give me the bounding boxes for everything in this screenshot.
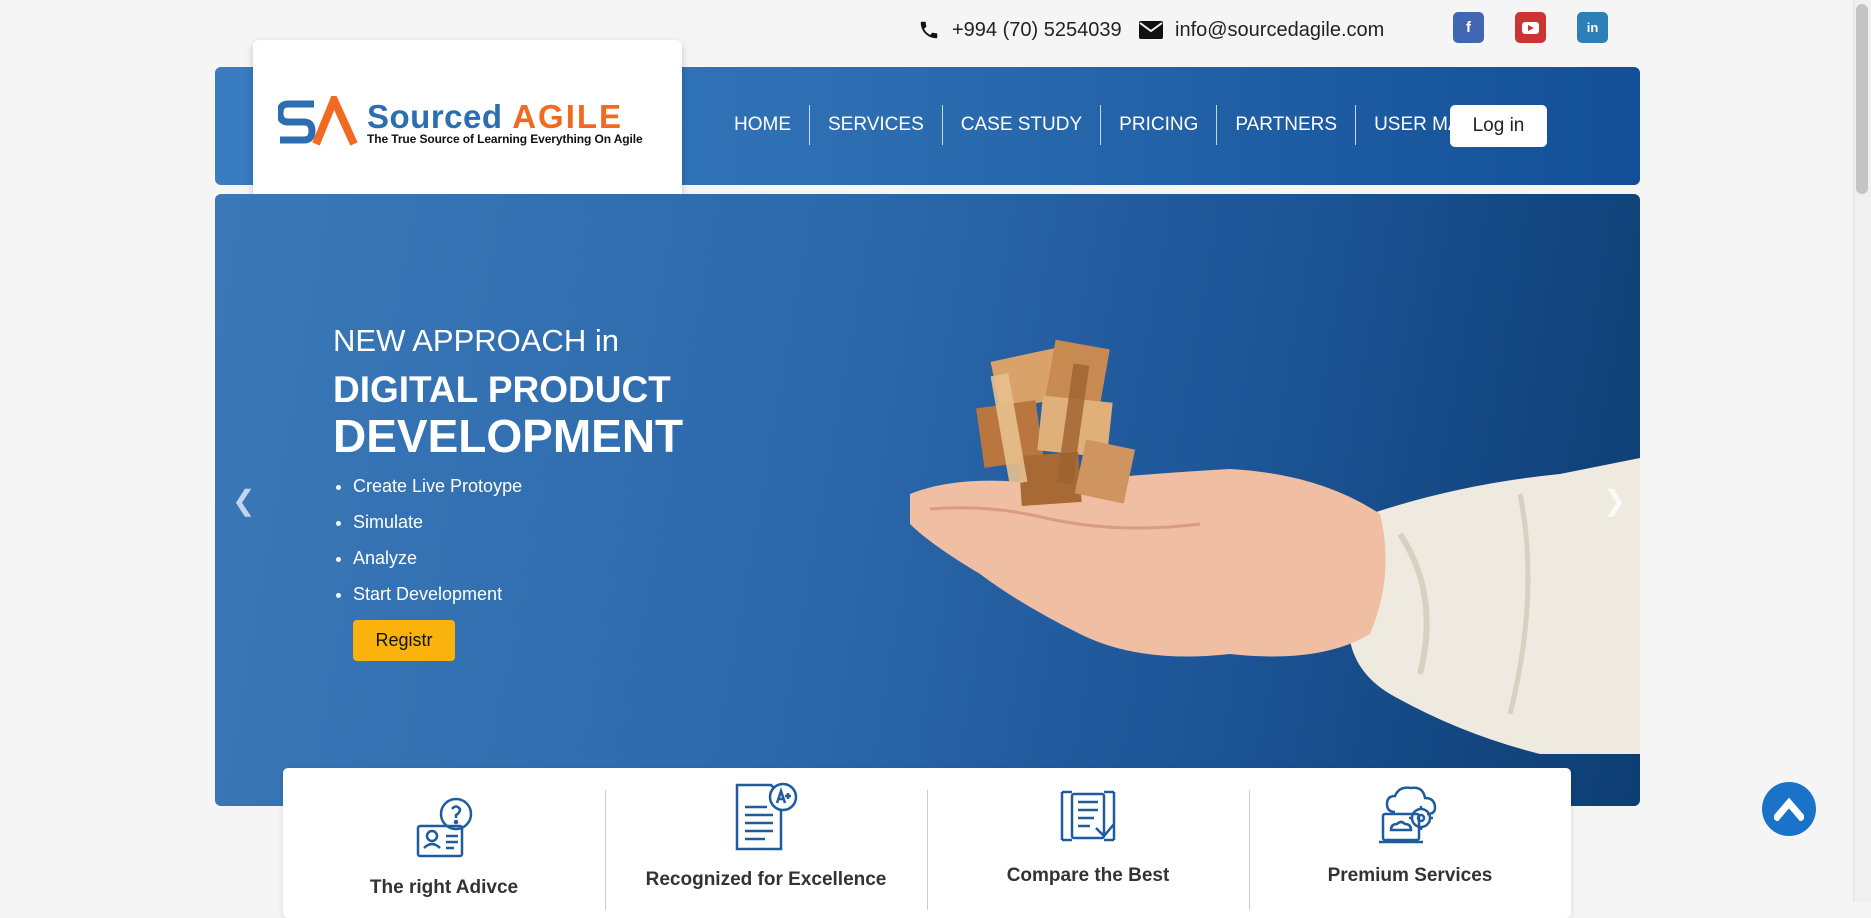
phone-contact[interactable]: +994 (70) 5254039 xyxy=(918,16,1122,44)
nav-services[interactable]: SERVICES xyxy=(810,105,943,145)
brand-name: Sourced AGILE xyxy=(367,98,624,135)
nav-home[interactable]: HOME xyxy=(716,105,810,145)
feature-card[interactable]: Compare the Best xyxy=(927,768,1249,918)
linkedin-icon: in xyxy=(1586,20,1599,35)
cloud-service-icon xyxy=(1379,786,1437,844)
list-item: Analyze xyxy=(353,542,522,578)
feature-card[interactable]: Premium Services xyxy=(1249,768,1571,918)
phone-icon xyxy=(920,21,938,39)
email-address: info@sourcedagile.com xyxy=(1175,18,1385,41)
brand-tagline: The True Source of Learning Everything O… xyxy=(367,132,643,146)
nav-case-study[interactable]: CASE STUDY xyxy=(943,105,1102,145)
primary-nav: HOME SERVICES CASE STUDY PRICING PARTNER… xyxy=(716,105,1529,145)
hero-image-hand-puzzle xyxy=(910,339,1640,754)
hero-subtitle: NEW APPROACH in xyxy=(333,323,619,358)
nav-pricing[interactable]: PRICING xyxy=(1101,105,1218,145)
chevron-up-icon xyxy=(1774,797,1804,821)
logo-link[interactable]: Sourced AGILE The True Source of Learnin… xyxy=(253,40,682,202)
list-item: Start Development xyxy=(353,578,522,614)
feature-title: The right Adivce xyxy=(369,877,519,898)
facebook-icon: f xyxy=(1466,19,1471,36)
feature-strip: The right Adivce Recognized for Excellen… xyxy=(283,768,1571,918)
envelope-icon xyxy=(1139,21,1163,39)
feature-card[interactable]: Recognized for Excellence xyxy=(605,768,927,918)
carousel-next-icon[interactable]: ❯ xyxy=(1603,484,1626,517)
certificate-icon xyxy=(735,782,798,851)
compare-icon xyxy=(1060,790,1116,842)
hero-title-line2: DEVELOPMENT xyxy=(333,410,684,462)
nav-partners[interactable]: PARTNERS xyxy=(1217,105,1357,145)
hero-feature-list: Create Live Protoype Simulate Analyze St… xyxy=(333,470,522,614)
feature-card[interactable]: The right Adivce xyxy=(283,768,605,918)
register-button[interactable]: Registr xyxy=(353,620,455,661)
login-button[interactable]: Log in xyxy=(1450,105,1547,147)
feature-title: Compare the Best xyxy=(1006,865,1170,886)
list-item: Create Live Protoype xyxy=(353,470,522,506)
youtube-link[interactable] xyxy=(1515,12,1546,43)
logo-mark xyxy=(278,96,358,146)
facebook-link[interactable]: f xyxy=(1453,12,1484,43)
linkedin-link[interactable]: in xyxy=(1577,12,1608,43)
phone-number: +994 (70) 5254039 xyxy=(952,18,1122,41)
feature-title: Premium Services xyxy=(1327,865,1493,886)
advice-icon xyxy=(416,797,473,858)
feature-title: Recognized for Excellence xyxy=(645,869,887,890)
carousel-prev-icon[interactable]: ❮ xyxy=(232,484,255,517)
email-contact[interactable]: info@sourcedagile.com xyxy=(1139,16,1384,44)
back-to-top-button[interactable] xyxy=(1762,782,1816,836)
scrollbar-thumb[interactable] xyxy=(1856,4,1868,194)
youtube-icon xyxy=(1522,21,1539,34)
list-item: Simulate xyxy=(353,506,522,542)
hero-title-line1: DIGITAL PRODUCT xyxy=(333,369,671,410)
